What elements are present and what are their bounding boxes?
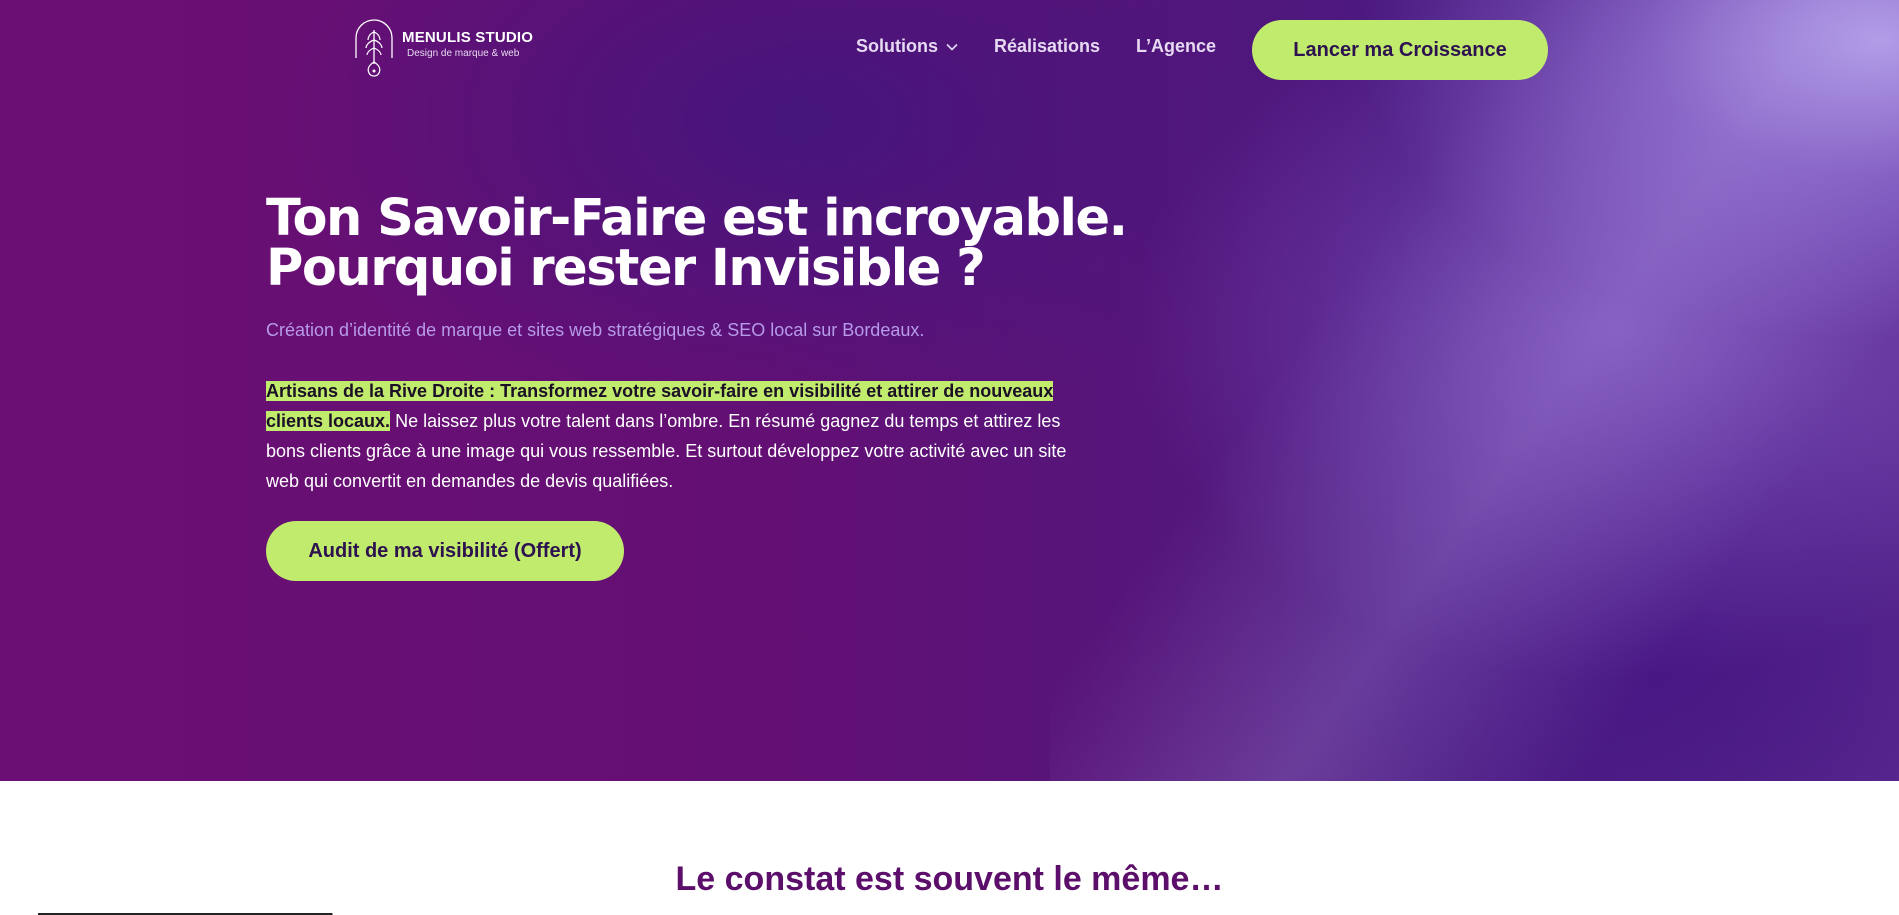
hero-headline-line2: Pourquoi rester Invisible ?	[266, 239, 986, 298]
brand-name: MENULIS STUDIO	[402, 29, 534, 46]
hero-section: MENULIS STUDIO Design de marque & web So…	[0, 0, 1899, 781]
hero-headline-line1: Ton Savoir-Faire est incroyable.	[266, 189, 1128, 248]
hero-body: Artisans de la Rive Droite : Transformez…	[266, 376, 1096, 496]
nav-item-solutions[interactable]: Solutions	[856, 36, 958, 57]
leaf-drop-logo-icon	[355, 19, 393, 77]
hero-background-streak	[1050, 0, 1899, 781]
nav-item-label: L’Agence	[1136, 36, 1217, 56]
nav-item-label: Réalisations	[994, 36, 1101, 56]
hero-subtitle: Création d’identité de marque et sites w…	[266, 320, 925, 340]
nav-item-label: Solutions	[856, 36, 938, 56]
main-nav: Solutions Réalisations L’Agence	[856, 36, 1252, 57]
chevron-down-icon	[946, 43, 958, 51]
brand-tagline: Design de marque & web	[407, 48, 520, 59]
hero-headline: Ton Savoir-Faire est incroyable. Pourquo…	[266, 189, 1128, 298]
section-title: Le constat est souvent le même…	[675, 860, 1224, 898]
nav-item-realisations[interactable]: Réalisations	[994, 36, 1100, 57]
nav-item-agence[interactable]: L’Agence	[1136, 36, 1216, 57]
free-audit-button[interactable]: Audit de ma visibilité (Offert)	[266, 521, 624, 581]
brand-logo[interactable]: MENULIS STUDIO Design de marque & web	[352, 18, 533, 80]
launch-growth-button[interactable]: Lancer ma Croissance	[1252, 20, 1548, 80]
